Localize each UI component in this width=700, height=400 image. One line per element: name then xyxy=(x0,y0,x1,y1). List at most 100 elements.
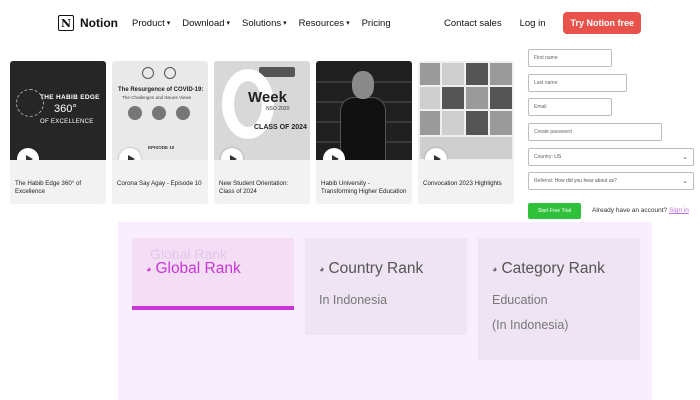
thumb-text: OF EXCELLENCE xyxy=(40,119,94,125)
category-rank-title[interactable]: ◕ Category Rank xyxy=(492,260,605,278)
play-icon[interactable] xyxy=(119,148,141,160)
thumb-text: CLASS OF 2024 xyxy=(254,124,307,131)
nav-item-solutions[interactable]: Solutions ▾ xyxy=(242,18,287,29)
org-logo-icon xyxy=(142,67,154,79)
country-select-text: Country: US xyxy=(534,154,561,160)
first-name-input[interactable]: First name xyxy=(528,49,612,67)
thumb-text: NSO 2020 xyxy=(266,106,290,112)
notion-logo-icon[interactable]: N xyxy=(58,15,74,31)
referral-value: How did you hear about us? xyxy=(554,178,617,184)
chart-pie-icon: ◕ xyxy=(146,264,152,274)
contact-sales-link[interactable]: Contact sales xyxy=(444,18,502,29)
video-thumbnail: Week NSO 2020 CLASS OF 2024 xyxy=(214,61,310,160)
video-card[interactable]: Convocation 2023 Highlights xyxy=(418,61,514,204)
play-icon[interactable] xyxy=(221,148,243,160)
nav-item-label: Resources xyxy=(298,17,345,29)
thumb-text: The Resurgence of COVID-19: xyxy=(118,87,204,93)
org-logo-icon xyxy=(164,67,176,79)
nav-item-pricing[interactable]: Pricing xyxy=(362,18,391,29)
last-name-input[interactable]: Last name xyxy=(528,74,627,92)
photo-tile xyxy=(420,111,440,135)
nav-right: Contact sales Log in Try Notion free xyxy=(444,12,686,34)
have-account-label: Already have an account? xyxy=(592,207,668,214)
thumb-text: The Challenges and Issues Views xyxy=(122,95,192,100)
nav-item-product[interactable]: Product ▾ xyxy=(132,18,170,29)
nav-item-label: Pricing xyxy=(361,17,391,29)
nav-item-resources[interactable]: Resources ▾ xyxy=(299,18,350,29)
chevron-down-icon: ▾ xyxy=(166,20,171,27)
category-rank-sub-2: (In Indonesia) xyxy=(492,318,569,332)
photo-tile xyxy=(466,63,488,85)
chevron-down-icon: ▾ xyxy=(226,20,231,27)
top-nav: N Notion Product ▾ Download ▾ Solutions … xyxy=(0,0,700,46)
thumb-text: 360° xyxy=(54,103,77,115)
chevron-down-icon: ⌄ xyxy=(682,154,688,161)
nav-item-label: Solutions xyxy=(242,17,282,29)
speaker-head xyxy=(352,71,374,99)
have-account-text: Already have an account? Sign in xyxy=(592,207,689,214)
try-notion-free-button[interactable]: Try Notion free xyxy=(563,12,641,34)
log-in-link[interactable]: Log in xyxy=(520,18,546,29)
photo-tile xyxy=(490,63,512,85)
country-rank-label: Country Rank xyxy=(328,260,424,277)
nav-item-download[interactable]: Download ▾ xyxy=(182,18,230,29)
photo-tile xyxy=(490,111,512,135)
country-select[interactable]: Country: US ⌄ xyxy=(528,148,694,166)
country-rank-title[interactable]: ◕ Country Rank xyxy=(319,260,423,278)
global-rank-label: Global Rank xyxy=(155,260,241,277)
referral-select-text: Referral: How did you hear about us? xyxy=(534,178,617,184)
speaker-avatar xyxy=(152,106,166,120)
country-value: US xyxy=(554,154,562,160)
country-rank-card[interactable] xyxy=(305,238,467,335)
category-rank-label: Category Rank xyxy=(501,260,605,277)
category-rank-sub: Education xyxy=(492,293,548,307)
photo-tile xyxy=(442,87,464,109)
play-icon[interactable] xyxy=(17,148,39,160)
active-tab-indicator xyxy=(132,306,294,310)
video-card[interactable]: The Resurgence of COVID-19: The Challeng… xyxy=(112,61,208,204)
video-thumbnail: The Resurgence of COVID-19: The Challeng… xyxy=(112,61,208,160)
video-card[interactable]: Week NSO 2020 CLASS OF 2024 New Student … xyxy=(214,61,310,204)
video-thumbnail xyxy=(418,61,514,160)
speaker-avatar xyxy=(176,106,190,120)
nav-item-label: Download xyxy=(182,17,225,29)
video-title: The Habib Edge 360° of Excellence xyxy=(15,180,82,195)
video-card[interactable]: Habib University - Transforming Higher E… xyxy=(316,61,412,204)
nav-item-label: Product xyxy=(132,17,165,29)
referral-select[interactable]: Referral: How did you hear about us? ⌄ xyxy=(528,172,694,190)
video-thumbnail: THE HABIB EDGE 360° OF EXCELLENCE xyxy=(10,61,106,160)
video-thumbnail xyxy=(316,61,412,160)
referral-label: Referral: xyxy=(534,178,554,184)
email-input[interactable]: Email xyxy=(528,98,612,116)
video-title: New Student Orientation: Class of 2024 xyxy=(219,180,289,195)
speaker-figure xyxy=(340,97,386,160)
photo-tile xyxy=(442,111,464,135)
sign-in-link[interactable]: Sign in xyxy=(669,207,689,214)
chart-pie-icon: ◕ xyxy=(492,264,498,274)
chevron-down-icon: ▾ xyxy=(283,20,287,27)
thumb-text: Week xyxy=(248,89,287,106)
chevron-down-icon: ⌄ xyxy=(682,178,688,185)
logo-text[interactable]: Notion xyxy=(80,16,118,30)
university-logo-icon xyxy=(259,67,295,77)
thumb-text: EPISODE 10 xyxy=(148,145,175,150)
thumb-text: THE HABIB EDGE xyxy=(40,94,100,101)
password-input[interactable]: Create password xyxy=(528,123,662,141)
video-title: Habib University - Transforming Higher E… xyxy=(321,180,407,195)
photo-tile xyxy=(420,87,440,109)
video-card[interactable]: THE HABIB EDGE 360° OF EXCELLENCE The Ha… xyxy=(10,61,106,204)
global-rank-title[interactable]: ◕ Global Rank xyxy=(146,260,241,278)
video-title: Convocation 2023 Highlights xyxy=(423,180,502,187)
speaker-avatar xyxy=(128,106,142,120)
photo-tile xyxy=(490,87,512,109)
video-title: Corona Say Agay - Episode 10 xyxy=(117,180,202,187)
photo-tile xyxy=(466,111,488,135)
country-label: Country: xyxy=(534,154,553,160)
photo-tile xyxy=(466,87,488,109)
photo-tile xyxy=(442,63,464,85)
start-free-trial-button[interactable]: Start Free Trial xyxy=(528,203,581,219)
chevron-down-icon: ▾ xyxy=(346,20,350,27)
country-rank-sub: In Indonesia xyxy=(319,293,388,307)
chart-pie-icon: ◕ xyxy=(319,264,325,274)
video-carousel: THE HABIB EDGE 360° OF EXCELLENCE The Ha… xyxy=(10,61,514,204)
